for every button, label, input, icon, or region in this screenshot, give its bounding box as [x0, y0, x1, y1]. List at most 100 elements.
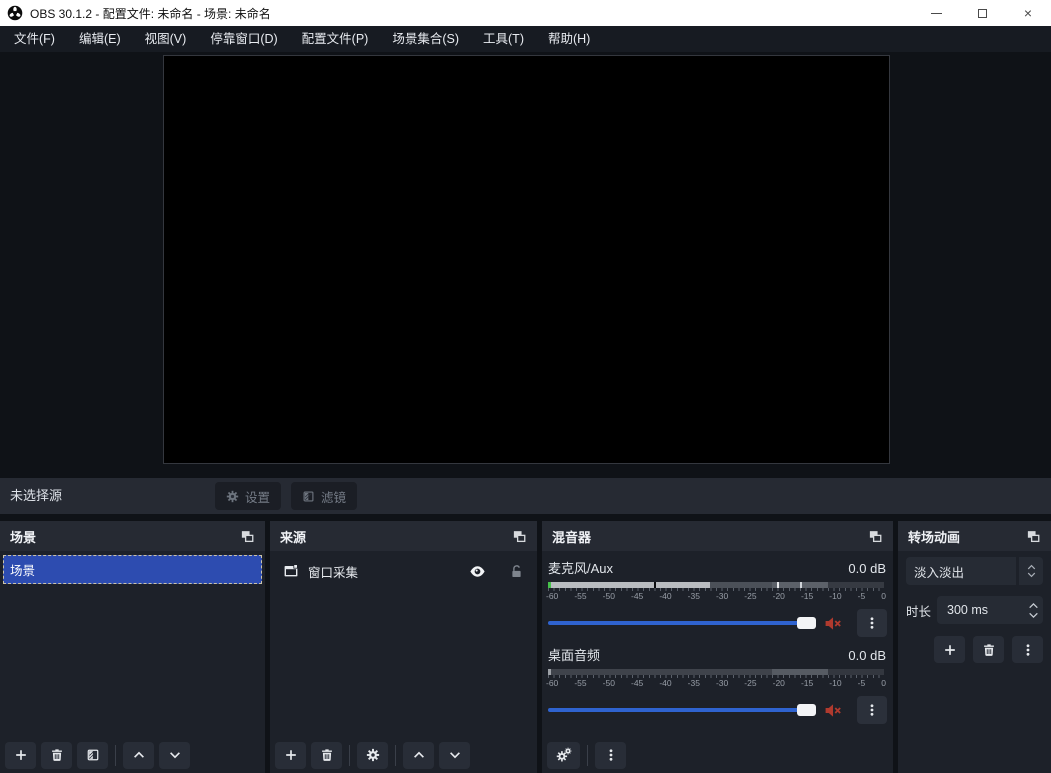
kebab-dots-icon — [865, 616, 879, 630]
popout-icon[interactable] — [240, 529, 255, 544]
kebab-dots-icon — [604, 748, 618, 762]
move-source-down-button[interactable] — [439, 742, 470, 769]
meter-scale-label: -30 — [716, 678, 728, 688]
add-source-button[interactable] — [275, 742, 306, 769]
menu-view[interactable]: 视图(V) — [133, 26, 199, 52]
transitions-dock-title: 转场动画 — [908, 527, 960, 546]
transition-select-arrows[interactable] — [1019, 557, 1043, 585]
plus-icon — [284, 748, 298, 762]
menu-docks[interactable]: 停靠窗口(D) — [198, 26, 289, 52]
remove-source-button[interactable] — [311, 742, 342, 769]
meter-scale-label: -35 — [688, 678, 700, 688]
menu-file[interactable]: 文件(F) — [2, 26, 67, 52]
close-icon: × — [1024, 6, 1032, 20]
minimize-button[interactable] — [913, 0, 959, 26]
move-source-up-button[interactable] — [403, 742, 434, 769]
speaker-muted-icon[interactable] — [824, 615, 841, 632]
audio-level-meter — [548, 669, 884, 675]
sources-dock-header: 来源 — [270, 521, 537, 551]
kebab-dots-icon — [1021, 643, 1035, 657]
maximize-button[interactable] — [959, 0, 1005, 26]
menu-scene-collection[interactable]: 场景集合(S) — [380, 26, 471, 52]
mixer-channel-desktop: 桌面音频 0.0 dB -60-55-50-45-40-35-30-25-20-… — [542, 638, 893, 725]
volume-slider[interactable] — [548, 708, 816, 712]
popout-icon[interactable] — [1026, 529, 1041, 544]
menu-profile[interactable]: 配置文件(P) — [290, 26, 381, 52]
source-list-item[interactable]: 窗口采集 — [270, 556, 537, 586]
close-button[interactable]: × — [1005, 0, 1051, 26]
scenes-dock-title: 场景 — [10, 527, 36, 546]
menu-tools[interactable]: 工具(T) — [471, 26, 536, 52]
obs-main-window: OBS 30.1.2 - 配置文件: 未命名 - 场景: 未命名 × 文件(F)… — [0, 0, 1051, 773]
scenes-dock-header: 场景 — [0, 521, 265, 551]
transition-options-button[interactable] — [1012, 636, 1043, 663]
transitions-body: 淡入淡出 时长 300 ms — [898, 551, 1051, 773]
move-scene-up-button[interactable] — [123, 742, 154, 769]
source-properties-button[interactable] — [357, 742, 388, 769]
volume-slider-handle[interactable] — [797, 704, 816, 716]
sources-list: 窗口采集 — [270, 551, 537, 773]
chevron-up-icon — [1027, 564, 1036, 570]
meter-scale-label: -45 — [631, 678, 643, 688]
meter-scale-label: -10 — [829, 678, 841, 688]
popout-icon[interactable] — [868, 529, 883, 544]
speaker-muted-icon[interactable] — [824, 702, 841, 719]
spin-down-icon[interactable] — [1028, 612, 1039, 619]
duration-spinbox[interactable]: 300 ms — [937, 596, 1043, 624]
remove-transition-button[interactable] — [973, 636, 1004, 663]
window-capture-icon — [283, 563, 299, 579]
meter-scale-label: -30 — [716, 591, 728, 601]
volume-slider-handle[interactable] — [797, 617, 816, 629]
sources-dock-title: 来源 — [280, 527, 306, 546]
meter-scale-label: -55 — [574, 591, 586, 601]
scene-filters-button[interactable] — [77, 742, 108, 769]
chevron-down-icon — [448, 748, 462, 762]
trash-icon — [320, 748, 334, 762]
titlebar: OBS 30.1.2 - 配置文件: 未命名 - 场景: 未命名 × — [0, 0, 1051, 26]
scene-list-item[interactable]: 场景 — [3, 555, 262, 584]
duration-label: 时长 — [906, 601, 931, 620]
transitions-dock: 转场动画 淡入淡出 时长 300 ms — [898, 521, 1051, 773]
scenes-list: 场景 — [0, 551, 265, 773]
popout-icon[interactable] — [512, 529, 527, 544]
scenes-toolbar — [0, 737, 265, 773]
properties-button[interactable]: 设置 — [215, 482, 281, 510]
filter-icon — [302, 490, 315, 503]
lock-open-icon[interactable] — [509, 564, 524, 579]
advanced-audio-properties-button[interactable] — [547, 742, 580, 769]
channel-options-button[interactable] — [857, 696, 887, 724]
meter-scale-label: -50 — [603, 591, 615, 601]
add-transition-button[interactable] — [934, 636, 965, 663]
filters-button[interactable]: 滤镜 — [291, 482, 357, 510]
gear-icon — [366, 748, 380, 762]
mixer-body: 麦克风/Aux 0.0 dB -60-55-50-45-40-35-30-25-… — [542, 551, 893, 773]
plus-icon — [943, 643, 957, 657]
meter-scale-label: -35 — [688, 591, 700, 601]
channel-name: 桌面音频 — [548, 645, 600, 664]
meter-scale: -60-55-50-45-40-35-30-25-20-15-10-50 — [546, 678, 886, 688]
toolbar-divider — [395, 745, 396, 766]
preview-canvas[interactable] — [163, 55, 890, 464]
add-scene-button[interactable] — [5, 742, 36, 769]
channel-options-button[interactable] — [857, 609, 887, 637]
visibility-eye-icon[interactable] — [469, 563, 486, 580]
menu-edit[interactable]: 编辑(E) — [67, 26, 133, 52]
mixer-options-button[interactable] — [595, 742, 626, 769]
meter-scale-label: -50 — [603, 678, 615, 688]
toolbar-divider — [587, 745, 588, 766]
menu-help[interactable]: 帮助(H) — [536, 26, 602, 52]
scenes-dock: 场景 场景 — [0, 521, 265, 773]
meter-scale-label: -5 — [858, 678, 866, 688]
meter-scale-label: -20 — [773, 678, 785, 688]
mixer-dock: 混音器 麦克风/Aux 0.0 dB — [542, 521, 893, 773]
move-scene-down-button[interactable] — [159, 742, 190, 769]
meter-scale-label: -25 — [744, 591, 756, 601]
meter-scale-label: -25 — [744, 678, 756, 688]
volume-slider[interactable] — [548, 621, 816, 625]
spin-up-icon[interactable] — [1028, 602, 1039, 609]
meter-scale-label: -20 — [773, 591, 785, 601]
remove-scene-button[interactable] — [41, 742, 72, 769]
transition-select[interactable]: 淡入淡出 — [906, 557, 1016, 585]
window-controls: × — [913, 0, 1051, 26]
sources-dock: 来源 窗口采集 — [270, 521, 537, 773]
